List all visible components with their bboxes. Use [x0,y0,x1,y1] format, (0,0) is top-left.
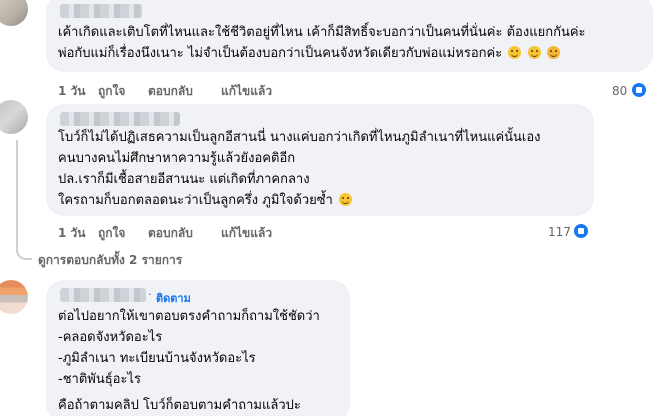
comment-text: ใครถามก็บอกตลอดนะว่าเป็นลูกครึ่ง ภูมิใจด… [58,193,333,208]
author-name[interactable] [60,288,146,302]
comment-text-line-with-emoji: พ่อกับแม่ก็เรื่องนึงเนาะ ไม่จำเป็นต้องบอ… [58,45,560,63]
edited-label[interactable]: แก้ไขแล้ว [221,82,272,101]
comment-time[interactable]: 1 วัน [58,82,85,101]
separator-dot: · [148,288,152,301]
comment-text-line: คนบางคนไม่ศึกษาหาความรู้แล้วยังอคติอีก [58,151,296,166]
follow-button[interactable]: ติดตาม [156,289,191,307]
comment-text-line: -คลอดจังหวัดอะไร [58,330,163,345]
comment-text-line: ต่อไปอยากให้เขาตอบตรงคำถามก็ถามใช้ชัดว่า [58,309,320,324]
smiling-blush-emoji-icon [546,46,560,59]
reply-button[interactable]: ตอบกลับ [148,224,193,243]
comment-text-line-with-emoji: ใครถามก็บอกตลอดนะว่าเป็นลูกครึ่ง ภูมิใจด… [58,192,353,210]
comment-time[interactable]: 1 วัน [58,224,85,243]
comment-text-line: -ชาติพันธุ์อะไร [58,372,141,387]
comment-bubble: · ติดตาม ต่อไปอยากให้เขาตอบตรงคำถามก็ถาม… [46,280,350,416]
edited-label[interactable]: แก้ไขแล้ว [221,224,272,243]
view-replies-button[interactable]: ดูการตอบกลับทั้ง 2 รายการ [38,251,182,270]
like-reaction-icon [630,81,648,99]
reaction-count: 80 [612,84,628,98]
comment-text-line: -ภูมิลำเนา ทะเบียนบ้านจังหวัดอะไร [58,351,256,366]
avatar[interactable] [0,0,28,26]
thread-connector [16,140,18,250]
rolling-eyes-emoji-icon [508,46,522,59]
comment-text: พ่อกับแม่ก็เรื่องนึงเนาะ ไม่จำเป็นต้องบอ… [58,46,503,61]
reaction-summary[interactable]: 80 [612,81,658,101]
thread-connector-curve [16,248,32,260]
avatar[interactable] [0,100,28,134]
like-button[interactable]: ถูกใจ [98,82,125,101]
reply-button[interactable]: ตอบกลับ [148,82,193,101]
comment-text-line: คือถ้าตามคลิป โบว์ก็ตอบตามคำถามแล้วปะ [58,398,301,413]
comment-bubble: โบว์ก็ไม่ได้ปฏิเสธความเป็นลูกอีสานนี่ นา… [46,104,594,216]
comment-bubble: เค้าเกิดและเติบโตที่ไหนและใช้ชีวิตอยู่ที… [46,0,653,72]
comment-text-line: เค้าเกิดและเติบโตที่ไหนและใช้ชีวิตอยู่ที… [58,25,586,40]
reaction-count: 117 [548,225,571,239]
author-name[interactable] [60,112,180,126]
author-name[interactable] [60,4,142,18]
grinning-emoji-icon [339,193,353,206]
avatar[interactable] [0,280,28,314]
comment-text-line: โบว์ก็ไม่ได้ปฏิเสธความเป็นลูกอีสานนี่ นา… [58,130,541,145]
comment-text-line: ปล.เราก็มีเชื้อสายอีสานนะ แต่เกิดที่ภาคก… [58,172,310,187]
smiling-emoji-icon [527,46,541,59]
like-reaction-icon [572,222,590,240]
reaction-summary[interactable]: 117 [548,222,620,242]
like-button[interactable]: ถูกใจ [98,224,125,243]
